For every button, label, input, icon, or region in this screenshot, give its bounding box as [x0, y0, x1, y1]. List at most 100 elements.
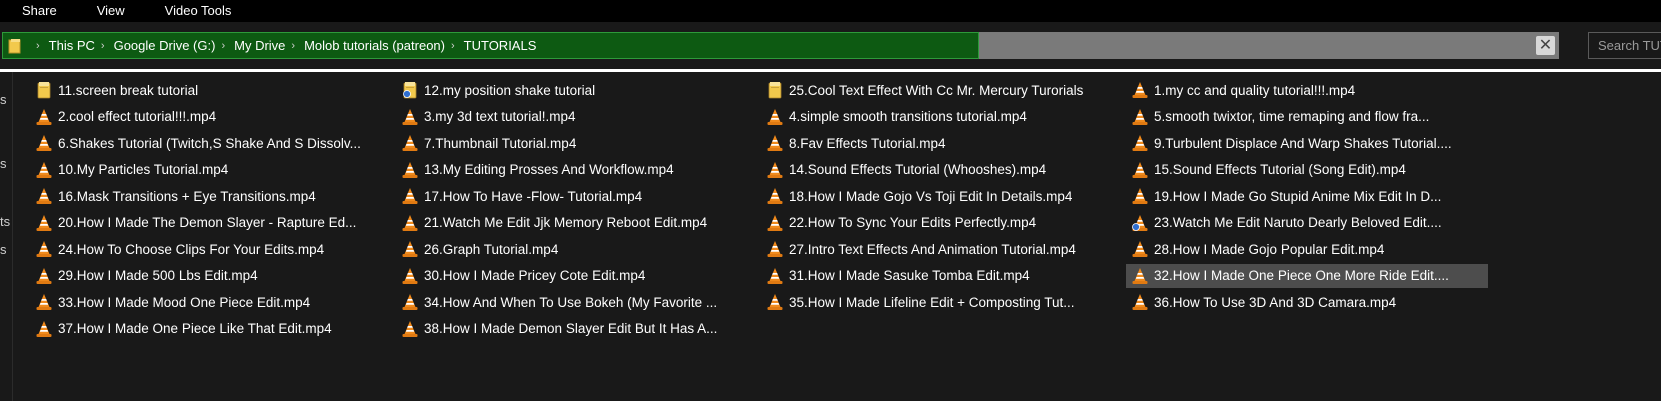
- file-item[interactable]: 22.How To Sync Your Edits Perfectly.mp4: [761, 211, 1121, 235]
- ribbon-tab[interactable]: Share: [0, 0, 57, 22]
- search-input[interactable]: Search TUTORIALS: [1588, 32, 1661, 59]
- file-item[interactable]: 25.Cool Text Effect With Cc Mr. Mercury …: [761, 78, 1121, 102]
- address-bar[interactable]: › This PC › Google Drive (G:) › My Drive › Molo…: [2, 32, 1559, 59]
- file-name: 25.Cool Text Effect With Cc Mr. Mercury …: [789, 82, 1084, 98]
- file-item[interactable]: 16.Mask Transitions + Eye Transitions.mp…: [30, 184, 390, 208]
- breadcrumb-item[interactable]: This PC: [49, 38, 95, 53]
- file-item[interactable]: 31.How I Made Sasuke Tomba Edit.mp4: [761, 264, 1121, 288]
- file-item[interactable]: 4.simple smooth transitions tutorial.mp4: [761, 105, 1121, 129]
- file-item[interactable]: 13.My Editing Prosses And Workflow.mp4: [396, 158, 756, 182]
- breadcrumb-item[interactable]: Google Drive (G:): [114, 38, 216, 53]
- file-name: 20.How I Made The Demon Slayer - Rapture…: [58, 215, 357, 230]
- file-item[interactable]: 32.How I Made One Piece One More Ride Ed…: [1126, 263, 1488, 288]
- file-item[interactable]: 23.Watch Me Edit Naruto Dearly Beloved E…: [1126, 211, 1488, 235]
- file-name: 18.How I Made Gojo Vs Toji Edit In Detai…: [789, 188, 1073, 204]
- file-item[interactable]: 24.How To Choose Clips For Your Edits.mp…: [30, 237, 390, 261]
- file-item[interactable]: 34.How And When To Use Bokeh (My Favorit…: [396, 290, 756, 314]
- file-item[interactable]: 1.my cc and quality tutorial!!!.mp4: [1126, 78, 1488, 102]
- ribbon-tab[interactable]: Video Tools: [143, 0, 232, 22]
- chevron-right-icon[interactable]: ›: [221, 40, 225, 52]
- file-item[interactable]: 7.Thumbnail Tutorial.mp4: [396, 131, 756, 155]
- vlc-cone-icon: [35, 293, 53, 311]
- file-item[interactable]: 17.How To Have -Flow- Tutorial.mp4: [396, 184, 756, 208]
- chevron-right-icon[interactable]: ›: [451, 40, 455, 52]
- file-name: 15.Sound Effects Tutorial (Song Edit).mp…: [1154, 162, 1406, 177]
- file-item[interactable]: 8.Fav Effects Tutorial.mp4: [761, 131, 1121, 155]
- vlc-cone-icon: [35, 267, 53, 285]
- file-item[interactable]: 38.How I Made Demon Slayer Edit But It H…: [396, 317, 756, 341]
- chevron-right-icon[interactable]: ›: [101, 40, 105, 52]
- file-name: 23.Watch Me Edit Naruto Dearly Beloved E…: [1154, 215, 1442, 230]
- file-item[interactable]: 2.cool effect tutorial!!!.mp4: [30, 105, 390, 129]
- chevron-right-icon[interactable]: ›: [36, 40, 40, 52]
- breadcrumb-item[interactable]: TUTORIALS: [464, 38, 537, 53]
- ribbon-tab[interactable]: View: [75, 0, 125, 22]
- file-item[interactable]: 5.smooth twixtor, time remaping and flow…: [1126, 105, 1488, 129]
- vlc-cone-icon: [766, 267, 784, 285]
- vlc-cone-icon: [1131, 267, 1149, 285]
- file-item[interactable]: 6.Shakes Tutorial (Twitch,S Shake And S …: [30, 131, 390, 155]
- vlc-cone-icon: [1131, 81, 1149, 99]
- file-name: 11.screen break tutorial: [58, 82, 199, 98]
- vlc-cone-icon: [1131, 108, 1149, 126]
- file-item[interactable]: 12.my position shake tutorial: [396, 78, 756, 102]
- file-item[interactable]: 28.How I Made Gojo Popular Edit.mp4: [1126, 237, 1488, 261]
- file-item[interactable]: 27.Intro Text Effects And Animation Tuto…: [761, 237, 1121, 261]
- vlc-cone-icon: [35, 134, 53, 152]
- file-list: 11.screen break tutorial 12.my position s…: [0, 78, 1661, 401]
- file-item[interactable]: 14.Sound Effects Tutorial (Whooshes).mp4: [761, 158, 1121, 182]
- file-item[interactable]: 18.How I Made Gojo Vs Toji Edit In Detai…: [761, 184, 1121, 208]
- file-name: 31.How I Made Sasuke Tomba Edit.mp4: [789, 268, 1030, 283]
- file-item[interactable]: 35.How I Made Lifeline Edit + Composting…: [761, 290, 1121, 314]
- file-item[interactable]: 11.screen break tutorial: [30, 78, 390, 102]
- vlc-cone-icon: [401, 240, 419, 258]
- close-icon[interactable]: ✕: [1536, 36, 1555, 55]
- folder-icon: [766, 81, 784, 99]
- file-item[interactable]: 30.How I Made Pricey Cote Edit.mp4: [396, 264, 756, 288]
- file-name: 26.Graph Tutorial.mp4: [424, 241, 559, 257]
- file-item[interactable]: 29.How I Made 500 Lbs Edit.mp4: [30, 264, 390, 288]
- vlc-cone-icon: [766, 240, 784, 258]
- file-item[interactable]: 26.Graph Tutorial.mp4: [396, 237, 756, 261]
- vlc-cone-sync-icon: [1131, 214, 1149, 232]
- vlc-cone-icon: [766, 134, 784, 152]
- folder-icon: [35, 81, 53, 99]
- chevron-right-icon[interactable]: ›: [291, 40, 295, 52]
- vlc-cone-icon: [401, 134, 419, 152]
- vlc-cone-icon: [766, 161, 784, 179]
- file-name: 37.How I Made One Piece Like That Edit.m…: [58, 321, 332, 336]
- file-item[interactable]: 9.Turbulent Displace And Warp Shakes Tut…: [1126, 131, 1488, 155]
- file-name: 4.simple smooth transitions tutorial.mp4: [789, 109, 1027, 124]
- vlc-cone-icon: [401, 187, 419, 205]
- folder-icon: [8, 38, 22, 54]
- file-name: 1.my cc and quality tutorial!!!.mp4: [1154, 82, 1356, 98]
- file-item[interactable]: 10.My Particles Tutorial.mp4: [30, 158, 390, 182]
- file-name: 30.How I Made Pricey Cote Edit.mp4: [424, 268, 646, 283]
- file-name: 9.Turbulent Displace And Warp Shakes Tut…: [1154, 135, 1452, 151]
- file-name: 2.cool effect tutorial!!!.mp4: [58, 109, 217, 124]
- file-item[interactable]: 15.Sound Effects Tutorial (Song Edit).mp…: [1126, 158, 1488, 182]
- file-name: 24.How To Choose Clips For Your Edits.mp…: [58, 241, 325, 257]
- file-item[interactable]: 21.Watch Me Edit Jjk Memory Reboot Edit.…: [396, 211, 756, 235]
- vlc-cone-icon: [1131, 134, 1149, 152]
- file-item[interactable]: 33.How I Made Mood One Piece Edit.mp4: [30, 290, 390, 314]
- file-name: 29.How I Made 500 Lbs Edit.mp4: [58, 268, 258, 283]
- file-name: 35.How I Made Lifeline Edit + Composting…: [789, 294, 1075, 310]
- vlc-cone-icon: [35, 214, 53, 232]
- file-name: 8.Fav Effects Tutorial.mp4: [789, 135, 946, 151]
- file-item[interactable]: 36.How To Use 3D And 3D Camara.mp4: [1126, 290, 1488, 314]
- file-name: 33.How I Made Mood One Piece Edit.mp4: [58, 294, 311, 310]
- vlc-cone-icon: [35, 240, 53, 258]
- file-name: 22.How To Sync Your Edits Perfectly.mp4: [789, 215, 1037, 230]
- file-item[interactable]: 37.How I Made One Piece Like That Edit.m…: [30, 317, 390, 341]
- file-name: 7.Thumbnail Tutorial.mp4: [424, 135, 577, 151]
- breadcrumb-item[interactable]: Molob tutorials (patreon): [304, 38, 445, 53]
- file-name: 36.How To Use 3D And 3D Camara.mp4: [1154, 294, 1397, 310]
- address-progress-fill: › This PC › Google Drive (G:) › My Drive › Molo…: [2, 32, 979, 59]
- vlc-cone-icon: [401, 267, 419, 285]
- file-item[interactable]: 19.How I Made Go Stupid Anime Mix Edit I…: [1126, 184, 1488, 208]
- file-name: 6.Shakes Tutorial (Twitch,S Shake And S …: [58, 135, 361, 151]
- file-item[interactable]: 20.How I Made The Demon Slayer - Rapture…: [30, 211, 390, 235]
- file-item[interactable]: 3.my 3d text tutorial!.mp4: [396, 105, 756, 129]
- breadcrumb-item[interactable]: My Drive: [234, 38, 285, 53]
